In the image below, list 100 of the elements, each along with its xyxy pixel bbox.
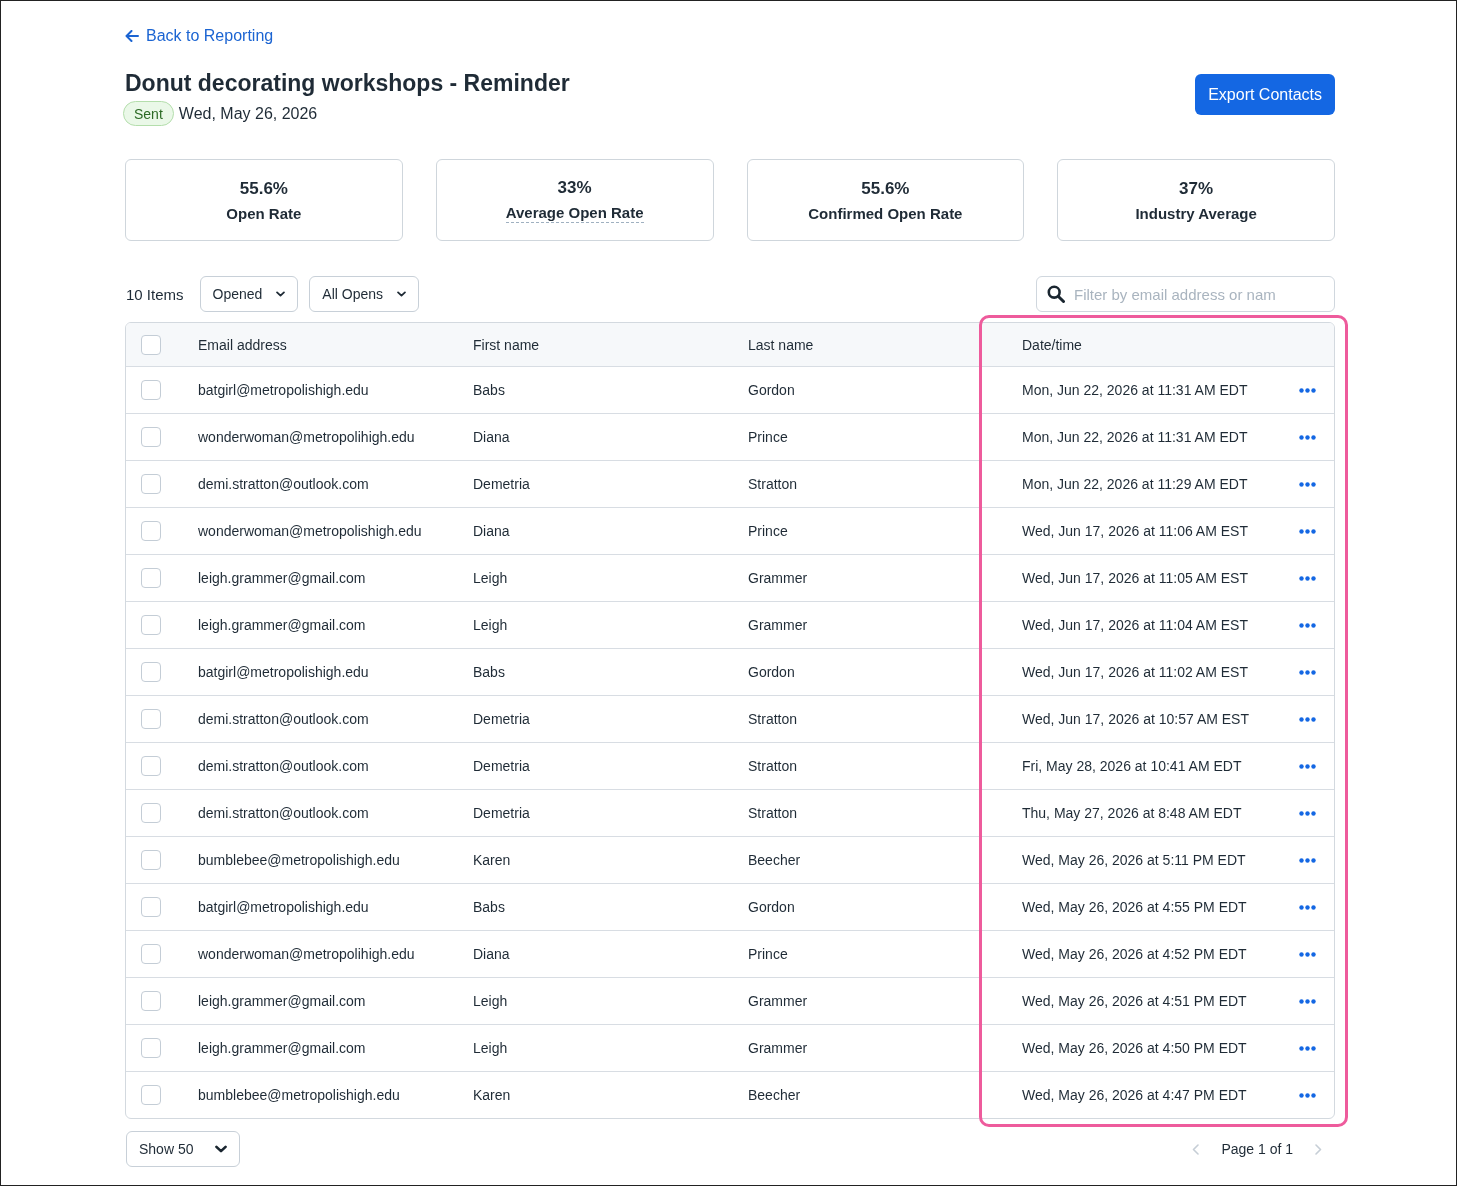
table-cell: batgirl@metropolishigh.edu — [198, 664, 369, 680]
more-icon[interactable] — [1299, 810, 1316, 816]
checkbox[interactable] — [141, 380, 161, 400]
table-cell: Prince — [748, 946, 788, 962]
table-cell: Karen — [473, 1087, 511, 1103]
table-cell: demi.stratton@outlook.com — [198, 711, 369, 727]
filter-dropdown[interactable]: All Opens — [309, 276, 420, 312]
more-icon[interactable] — [1299, 387, 1316, 393]
column-header: Last name — [748, 336, 814, 353]
table-cell: leigh.grammer@gmail.com — [198, 993, 366, 1009]
page-size-dropdown[interactable]: Show 50 — [126, 1131, 240, 1167]
table-cell: wonderwoman@metropolihigh.edu — [198, 946, 415, 962]
more-icon[interactable] — [1299, 763, 1316, 769]
checkbox[interactable] — [141, 1038, 161, 1058]
search-field[interactable]: Filter by email address or nam — [1036, 276, 1335, 312]
table-cell: Gordon — [748, 382, 795, 398]
export-button[interactable]: Export Contacts — [1195, 74, 1335, 115]
table-cell: Beecher — [748, 1087, 801, 1103]
table-cell: batgirl@metropolishigh.edu — [198, 899, 369, 915]
table-cell: Wed, May 26, 2026 at 4:50 PM EDT — [1022, 1040, 1247, 1056]
checkbox[interactable] — [141, 615, 161, 635]
table-cell: Leigh — [473, 570, 508, 586]
table-cell: Leigh — [473, 1040, 508, 1056]
table-cell: bumblebee@metropolishigh.edu — [198, 852, 400, 868]
table-cell: Wed, Jun 17, 2026 at 11:05 AM EST — [1022, 570, 1248, 586]
table-cell: Fri, May 28, 2026 at 10:41 AM EDT — [1022, 758, 1242, 774]
table-cell: Stratton — [748, 805, 798, 821]
table-cell: Babs — [473, 664, 505, 680]
checkbox[interactable] — [141, 803, 161, 823]
checkbox[interactable] — [141, 521, 161, 541]
table-cell: Mon, Jun 22, 2026 at 11:29 AM EDT — [1022, 476, 1248, 492]
table-cell: Stratton — [748, 758, 798, 774]
table-cell: Leigh — [473, 617, 508, 633]
checkbox[interactable] — [141, 991, 161, 1011]
checkbox[interactable] — [141, 709, 161, 729]
checkbox[interactable] — [141, 850, 161, 870]
page-indicator: Page 1 of 1 — [1221, 1141, 1293, 1157]
chevron-down-icon — [276, 291, 286, 297]
table-cell: Gordon — [748, 899, 795, 915]
table-cell: leigh.grammer@gmail.com — [198, 617, 366, 633]
checkbox[interactable] — [141, 897, 161, 917]
table-cell: leigh.grammer@gmail.com — [198, 1040, 366, 1056]
more-icon[interactable] — [1299, 716, 1316, 722]
stat-value: 37% — [1179, 178, 1214, 199]
table-cell: Wed, Jun 17, 2026 at 11:02 AM EST — [1022, 664, 1248, 680]
checkbox[interactable] — [141, 568, 161, 588]
more-icon[interactable] — [1299, 669, 1316, 675]
checkbox[interactable] — [141, 427, 161, 447]
more-icon[interactable] — [1299, 951, 1316, 957]
more-icon[interactable] — [1299, 1045, 1316, 1051]
table-cell: batgirl@metropolishigh.edu — [198, 382, 369, 398]
table-cell: Demetria — [473, 711, 530, 727]
more-icon[interactable] — [1299, 434, 1316, 440]
checkbox[interactable] — [141, 756, 161, 776]
more-icon[interactable] — [1299, 904, 1316, 910]
more-icon[interactable] — [1299, 528, 1316, 534]
table-cell: Mon, Jun 22, 2026 at 11:31 AM EDT — [1022, 382, 1248, 398]
table-cell: Beecher — [748, 852, 801, 868]
item-count: 10 Items — [126, 285, 184, 303]
checkbox[interactable] — [141, 474, 161, 494]
checkbox[interactable] — [141, 662, 161, 682]
table-cell: Diana — [473, 429, 510, 445]
table-cell: Wed, Jun 17, 2026 at 11:06 AM EST — [1022, 523, 1248, 539]
table-cell: demi.stratton@outlook.com — [198, 476, 369, 492]
table-cell: demi.stratton@outlook.com — [198, 805, 369, 821]
table-cell: Wed, May 26, 2026 at 4:52 PM EDT — [1022, 946, 1247, 962]
page-title: Donut decorating workshops - Reminder — [125, 69, 570, 98]
more-icon[interactable] — [1299, 575, 1316, 581]
table-cell: Demetria — [473, 805, 530, 821]
stat-label: Average Open Rate — [505, 203, 644, 223]
table-cell: Wed, May 26, 2026 at 4:51 PM EDT — [1022, 993, 1247, 1009]
table-cell: Grammer — [748, 617, 808, 633]
more-icon[interactable] — [1299, 1092, 1316, 1098]
more-icon[interactable] — [1299, 857, 1316, 863]
more-icon[interactable] — [1299, 998, 1316, 1004]
table-cell: Grammer — [748, 993, 808, 1009]
more-icon[interactable] — [1299, 622, 1316, 628]
checkbox[interactable] — [141, 334, 161, 355]
table-cell: Wed, Jun 17, 2026 at 10:57 AM EST — [1022, 711, 1249, 727]
table-cell: Prince — [748, 429, 788, 445]
table-cell: Stratton — [748, 476, 798, 492]
table-cell: wonderwoman@metropolishigh.edu — [198, 523, 422, 539]
more-icon[interactable] — [1299, 481, 1316, 487]
stat-label: Open Rate — [226, 204, 302, 222]
table-cell: Stratton — [748, 711, 798, 727]
back-link[interactable]: Back to Reporting — [125, 26, 274, 46]
filter-dropdown[interactable]: Opened — [199, 276, 299, 312]
sent-date: Wed, May 26, 2026 — [178, 104, 318, 123]
checkbox[interactable] — [141, 944, 161, 964]
table-cell: Diana — [473, 523, 510, 539]
table-cell: Wed, May 26, 2026 at 4:55 PM EDT — [1022, 899, 1247, 915]
arrow-left-icon — [125, 30, 139, 42]
stat-value: 55.6% — [239, 178, 288, 199]
table-cell: Wed, May 26, 2026 at 5:11 PM EDT — [1022, 852, 1246, 868]
table-cell: Leigh — [473, 993, 508, 1009]
table-cell: wonderwoman@metropolihigh.edu — [198, 429, 415, 445]
checkbox[interactable] — [141, 1085, 161, 1105]
column-header: Email address — [198, 336, 287, 353]
table-cell: Diana — [473, 946, 510, 962]
table-cell: Grammer — [748, 570, 808, 586]
